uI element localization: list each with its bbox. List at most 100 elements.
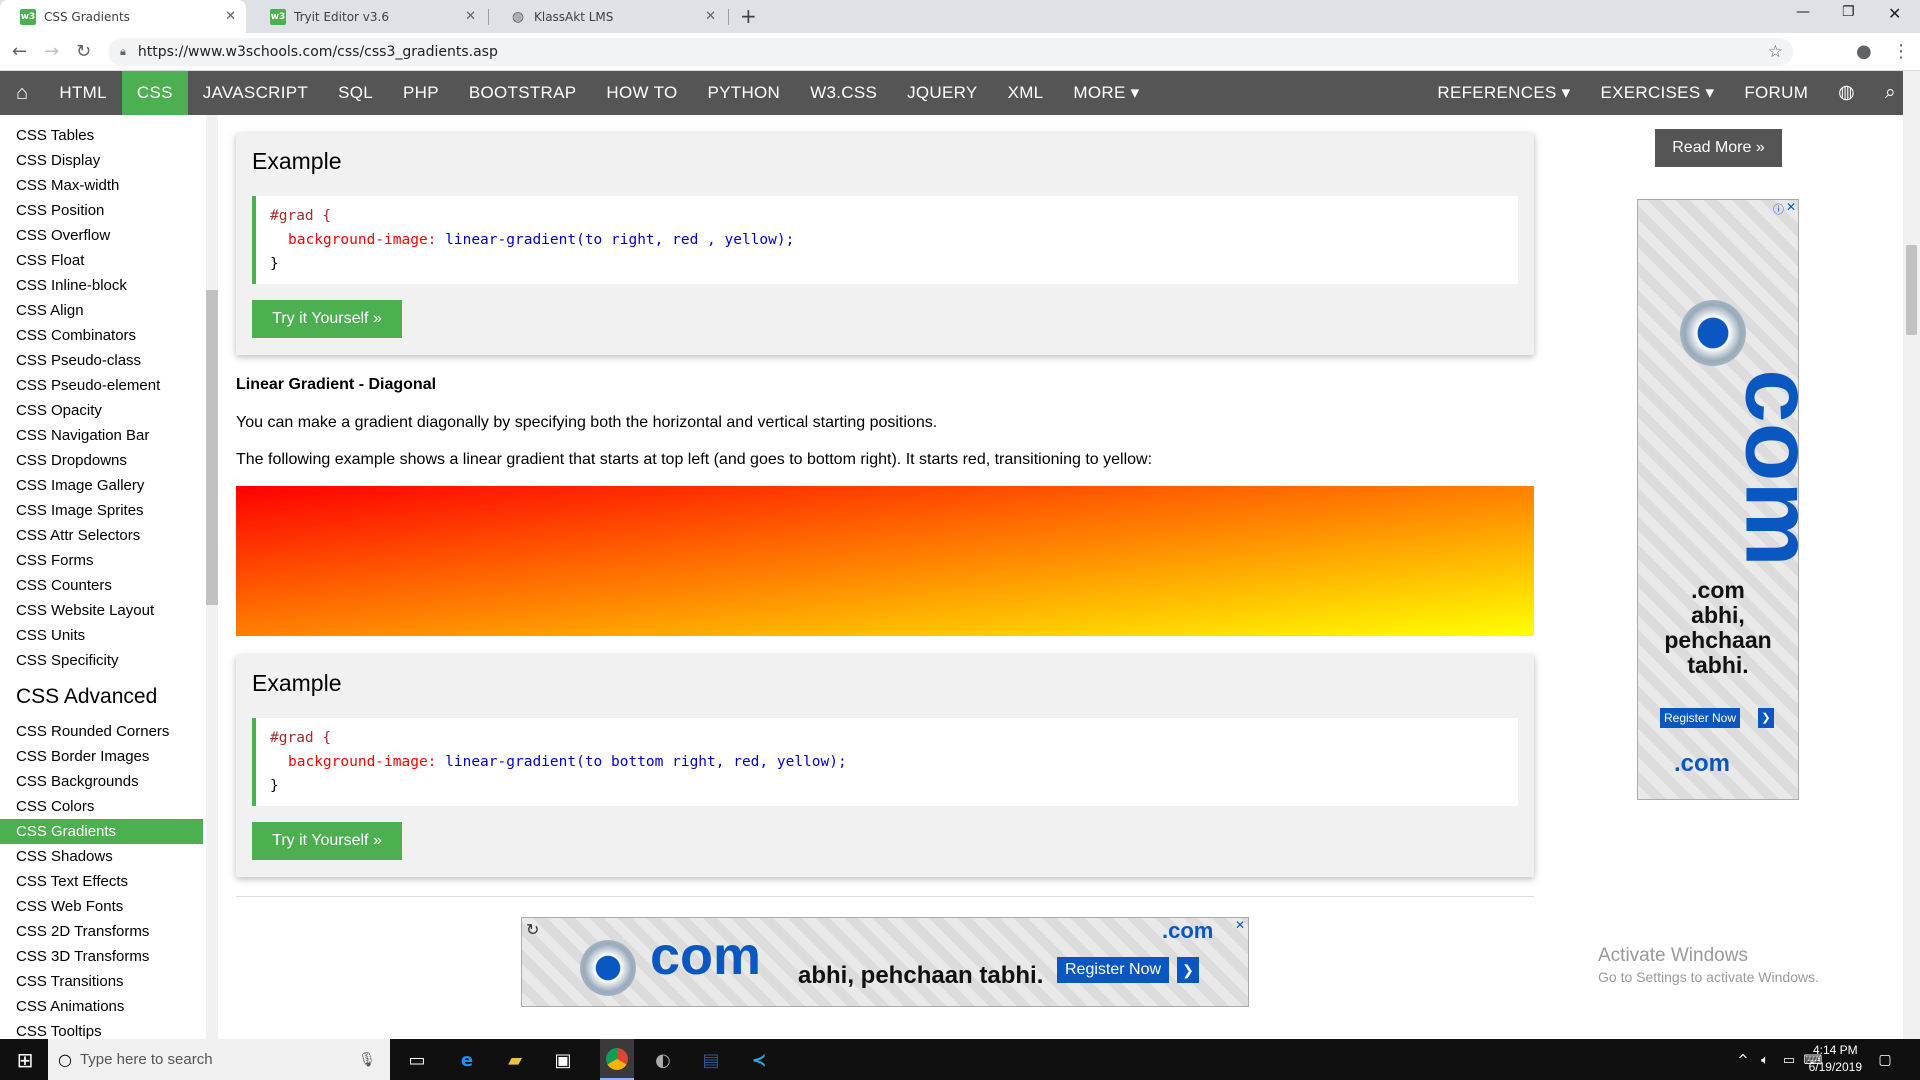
sidebar-item-css-colors[interactable]: CSS Colors — [0, 794, 203, 819]
close-tab-icon[interactable]: ✕ — [705, 9, 716, 24]
sidebar-item-css-web-fonts[interactable]: CSS Web Fonts — [0, 894, 203, 919]
close-tab-icon[interactable]: ✕ — [225, 9, 236, 24]
sidebar-item-css-text-effects[interactable]: CSS Text Effects — [0, 869, 203, 894]
sidebar-item-css-forms[interactable]: CSS Forms — [0, 548, 203, 573]
nav-item-javascript[interactable]: JAVASCRIPT — [188, 71, 323, 115]
restore-button[interactable]: ❐ — [1842, 4, 1855, 20]
banner-ad[interactable]: ↻ com abhi, pehchaan tabhi. Register Now… — [521, 917, 1249, 1007]
nav-item-bootstrap[interactable]: BOOTSTRAP — [454, 71, 592, 115]
sidebar-item-css-image-sprites[interactable]: CSS Image Sprites — [0, 498, 203, 523]
bookmark-star-icon[interactable]: ☆ — [1768, 42, 1783, 62]
sidebar-item-css-combinators[interactable]: CSS Combinators — [0, 323, 203, 348]
taskbar-clock[interactable]: 4:14 PM 6/19/2019 — [1809, 1042, 1862, 1076]
edge-icon[interactable]: e — [454, 1047, 480, 1073]
task-view-icon[interactable]: ▭ — [404, 1047, 430, 1073]
network-icon[interactable]: ▭ — [1776, 1047, 1802, 1073]
try-it-yourself-button[interactable]: Try it Yourself » — [252, 300, 402, 338]
nav-item-jquery[interactable]: JQUERY — [892, 71, 992, 115]
sidebar-item-css-specificity[interactable]: CSS Specificity — [0, 648, 203, 673]
sidebar-item-css-align[interactable]: CSS Align — [0, 298, 203, 323]
sidebar-item-css-max-width[interactable]: CSS Max-width — [0, 173, 203, 198]
sidebar-item-css-dropdowns[interactable]: CSS Dropdowns — [0, 448, 203, 473]
read-more-button[interactable]: Read More » — [1655, 129, 1782, 167]
page-scrollbar-thumb[interactable] — [1906, 245, 1917, 335]
sidebar-item-css-tables[interactable]: CSS Tables — [0, 123, 203, 148]
sidebar-item-css-website-layout[interactable]: CSS Website Layout — [0, 598, 203, 623]
reload-icon[interactable]: ↻ — [76, 41, 91, 62]
sidebar-item-css-gradients[interactable]: CSS Gradients — [0, 819, 203, 844]
sidebar-item-css-opacity[interactable]: CSS Opacity — [0, 398, 203, 423]
nav-item-sql[interactable]: SQL — [323, 71, 388, 115]
windows-start-icon[interactable]: ⊞ — [12, 1047, 38, 1073]
file-explorer-icon[interactable]: ▰ — [502, 1047, 528, 1073]
sidebar-item-css-navigation-bar[interactable]: CSS Navigation Bar — [0, 423, 203, 448]
nav-item-w3-css[interactable]: W3.CSS — [795, 71, 892, 115]
try-it-yourself-button[interactable]: Try it Yourself » — [252, 822, 402, 860]
sidebar-item-css-pseudo-class[interactable]: CSS Pseudo-class — [0, 348, 203, 373]
sidebar-item-css-position[interactable]: CSS Position — [0, 198, 203, 223]
cortana-icon: ○ — [58, 1050, 72, 1069]
side-ad[interactable]: ⓘ ✕ com .com abhi, pehchaan tabhi. Regis… — [1637, 199, 1799, 800]
sidebar-item-css-counters[interactable]: CSS Counters — [0, 573, 203, 598]
nav-item-php[interactable]: PHP — [388, 71, 454, 115]
sidebar-item-css-shadows[interactable]: CSS Shadows — [0, 844, 203, 869]
nav-item-forum[interactable]: FORUM — [1729, 71, 1823, 115]
forward-arrow-icon[interactable]: → — [44, 41, 59, 62]
new-tab-button[interactable]: + — [740, 4, 757, 28]
taskbar-search[interactable]: ○ Type here to search 🎙︎ — [48, 1039, 390, 1080]
tab-tryit-editor[interactable]: w3 Tryit Editor v3.6 ✕ — [250, 0, 486, 33]
sidebar-item-css-pseudo-element[interactable]: CSS Pseudo-element — [0, 373, 203, 398]
url-text: https://www.w3schools.com/css/css3_gradi… — [137, 44, 498, 60]
minimize-button[interactable]: — — [1796, 4, 1810, 20]
ad-close-icon[interactable]: ✕ — [1235, 918, 1245, 932]
sidebar-item-css-border-images[interactable]: CSS Border Images — [0, 744, 203, 769]
document-icon[interactable]: ▤ — [698, 1047, 724, 1073]
tab-klassakt-lms[interactable]: ◍ KlassAkt LMS ✕ — [490, 0, 726, 33]
profile-icon[interactable]: ● — [1856, 41, 1872, 62]
close-window-button[interactable]: ✕ — [1888, 4, 1901, 23]
sidebar-item-css-2d-transforms[interactable]: CSS 2D Transforms — [0, 919, 203, 944]
sidebar: CSS Tables CSS Display CSS Max-width CSS Po… — [0, 115, 218, 1039]
sidebar-item-css-float[interactable]: CSS Float — [0, 248, 203, 273]
sidebar-item-css-3d-transforms[interactable]: CSS 3D Transforms — [0, 944, 203, 969]
microphone-icon[interactable]: 🎙︎ — [358, 1052, 376, 1068]
ad-info-icon[interactable]: ⓘ — [1773, 201, 1784, 217]
volume-icon[interactable]: 🔈︎ — [1752, 1047, 1778, 1073]
tab-css-gradients[interactable]: w3 CSS Gradients ✕ — [0, 0, 246, 33]
close-tab-icon[interactable]: ✕ — [465, 9, 476, 24]
nav-item-more[interactable]: MORE ▾ — [1058, 71, 1154, 115]
home-icon[interactable]: ⌂ — [0, 71, 44, 115]
sidebar-item-css-animations[interactable]: CSS Animations — [0, 994, 203, 1019]
page-scrollbar[interactable] — [1903, 71, 1920, 1039]
sidebar-item-css-units[interactable]: CSS Units — [0, 623, 203, 648]
sidebar-item-css-rounded-corners[interactable]: CSS Rounded Corners — [0, 719, 203, 744]
app-icon[interactable]: ◐ — [650, 1047, 676, 1073]
nav-item-how-to[interactable]: HOW TO — [591, 71, 692, 115]
nav-item-css[interactable]: CSS — [121, 71, 188, 115]
chrome-icon[interactable] — [600, 1039, 634, 1080]
sidebar-item-css-display[interactable]: CSS Display — [0, 148, 203, 173]
nav-item-xml[interactable]: XML — [993, 71, 1059, 115]
back-arrow-icon[interactable]: ← — [12, 41, 27, 62]
notifications-icon[interactable]: ▢ — [1872, 1047, 1898, 1073]
menu-dots-icon[interactable]: ⋮ — [1892, 41, 1910, 62]
sidebar-item-css-backgrounds[interactable]: CSS Backgrounds — [0, 769, 203, 794]
sidebar-item-css-overflow[interactable]: CSS Overflow — [0, 223, 203, 248]
globe-icon[interactable]: ◍ — [1823, 71, 1870, 115]
sidebar-scrollbar-thumb[interactable] — [206, 290, 218, 605]
ad-register-button[interactable]: Register Now — [1057, 957, 1170, 983]
nav-item-references[interactable]: REFERENCES ▾ — [1422, 71, 1585, 115]
address-bar[interactable]: 🔒︎ https://www.w3schools.com/css/css3_gr… — [108, 38, 1793, 66]
nav-item-html[interactable]: HTML — [44, 71, 121, 115]
sidebar-item-css-attr-selectors[interactable]: CSS Attr Selectors — [0, 523, 203, 548]
nav-item-python[interactable]: PYTHON — [692, 71, 795, 115]
sidebar-item-css-tooltips[interactable]: CSS Tooltips — [0, 1019, 203, 1039]
sidebar-item-css-image-gallery[interactable]: CSS Image Gallery — [0, 473, 203, 498]
sidebar-item-css-transitions[interactable]: CSS Transitions — [0, 969, 203, 994]
nav-item-exercises[interactable]: EXERCISES ▾ — [1585, 71, 1729, 115]
sidebar-item-css-inline-block[interactable]: CSS Inline-block — [0, 273, 203, 298]
store-icon[interactable]: ▣ — [550, 1047, 576, 1073]
ad-close-icon[interactable]: ✕ — [1786, 200, 1796, 214]
vscode-icon[interactable]: ≺ — [746, 1047, 772, 1073]
ad-register-button[interactable]: Register Now — [1660, 708, 1741, 728]
